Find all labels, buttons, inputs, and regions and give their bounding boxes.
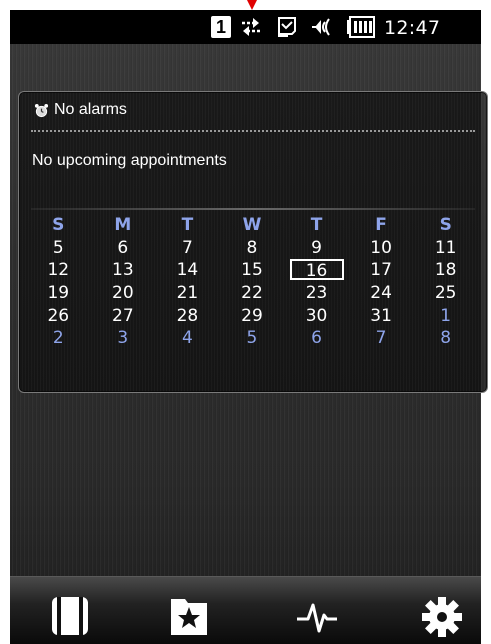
calendar-day[interactable]: 23	[284, 282, 349, 305]
clock-time[interactable]: 12:47	[384, 17, 440, 41]
calendar-day[interactable]: 13	[91, 259, 156, 282]
calendar-day[interactable]: 10	[349, 237, 414, 260]
favorites-icon	[171, 599, 207, 635]
weekday-label: W	[242, 215, 262, 236]
calendar-day[interactable]: 31	[349, 304, 414, 327]
settings-button[interactable]	[420, 593, 464, 637]
bottom-toolbar	[10, 576, 481, 644]
calendar-day[interactable]: 24	[349, 282, 414, 305]
calendar-day-today[interactable]: 16	[284, 259, 349, 282]
calendar-day[interactable]: 30	[284, 304, 349, 327]
activity-icon	[297, 603, 337, 633]
activity-button[interactable]	[295, 593, 339, 637]
today-panel[interactable]: No alarms No upcoming appointments S M T…	[18, 91, 488, 393]
calendar-day[interactable]: 22	[220, 282, 285, 305]
sync-icon	[239, 15, 263, 39]
screen-edge-left	[0, 0, 10, 643]
screen-edge-top	[0, 0, 491, 10]
message-icon	[276, 15, 298, 39]
alarm-row[interactable]: No alarms	[34, 99, 127, 121]
calendar-day-next-month[interactable]: 1	[413, 304, 478, 327]
calendar-week-row: 2 3 4 5 6 7 8	[26, 327, 478, 350]
calendar-day-next-month[interactable]: 2	[26, 327, 91, 350]
calendar-day[interactable]: 28	[155, 304, 220, 327]
calendar-week-row: 19 20 21 22 23 24 25	[26, 282, 478, 305]
calendar-day[interactable]: 21	[155, 282, 220, 305]
calendar-day-next-month[interactable]: 5	[220, 327, 285, 350]
weekday-label: S	[52, 215, 65, 236]
weekday-label: M	[114, 215, 132, 236]
calendar-week-row: 12 13 14 15 16 17 18	[26, 259, 478, 282]
weekday-label: F	[375, 215, 387, 236]
pointer-arrow	[247, 0, 257, 10]
appointments-text[interactable]: No upcoming appointments	[32, 152, 227, 170]
calendar-day-next-month[interactable]: 8	[413, 327, 478, 350]
sim-slot-badge: 1	[211, 16, 231, 38]
calendar-day[interactable]: 7	[155, 237, 220, 260]
calendar-day-next-month[interactable]: 3	[91, 327, 156, 350]
calendar-day[interactable]: 29	[220, 304, 285, 327]
alarm-status-text: No alarms	[54, 101, 127, 118]
weekday-label: T	[310, 215, 323, 236]
calendar-week-row: 5 6 7 8 9 10 11	[26, 237, 478, 260]
settings-icon	[422, 597, 462, 637]
weekday-label: T	[181, 215, 194, 236]
calendar-day[interactable]: 17	[349, 259, 414, 282]
favorites-button[interactable]	[167, 593, 211, 637]
battery-icon	[346, 15, 376, 39]
cards-icon	[52, 597, 88, 635]
weekday-label: S	[439, 215, 452, 236]
calendar-day[interactable]: 20	[91, 282, 156, 305]
calendar-day[interactable]: 8	[220, 237, 285, 260]
volume-icon	[309, 15, 333, 39]
calendar-day[interactable]: 5	[26, 237, 91, 260]
month-calendar[interactable]: S M T W T F S 5 6 7 8 9 10 11 12 13 14 1…	[26, 214, 478, 350]
calendar-day-next-month[interactable]: 7	[349, 327, 414, 350]
calendar-day[interactable]: 11	[413, 237, 478, 260]
calendar-day[interactable]: 27	[91, 304, 156, 327]
calendar-day[interactable]: 14	[155, 259, 220, 282]
today-label: 16	[289, 259, 344, 281]
calendar-day[interactable]: 25	[413, 282, 478, 305]
calendar-day-next-month[interactable]: 6	[284, 327, 349, 350]
calendar-week-row: 26 27 28 29 30 31 1	[26, 304, 478, 327]
calendar-day-next-month[interactable]: 4	[155, 327, 220, 350]
dotted-divider	[31, 130, 475, 132]
cards-button[interactable]	[48, 593, 92, 637]
calendar-day[interactable]: 26	[26, 304, 91, 327]
weekday-header-row: S M T W T F S	[26, 214, 478, 237]
calendar-day[interactable]: 18	[413, 259, 478, 282]
alarm-clock-icon	[34, 103, 49, 117]
calendar-day[interactable]: 19	[26, 282, 91, 305]
calendar-day[interactable]: 15	[220, 259, 285, 282]
calendar-day[interactable]: 9	[284, 237, 349, 260]
calendar-divider	[31, 208, 475, 210]
calendar-day[interactable]: 6	[91, 237, 156, 260]
calendar-day[interactable]: 12	[26, 259, 91, 282]
status-bar[interactable]: 1 12:47	[10, 10, 481, 44]
